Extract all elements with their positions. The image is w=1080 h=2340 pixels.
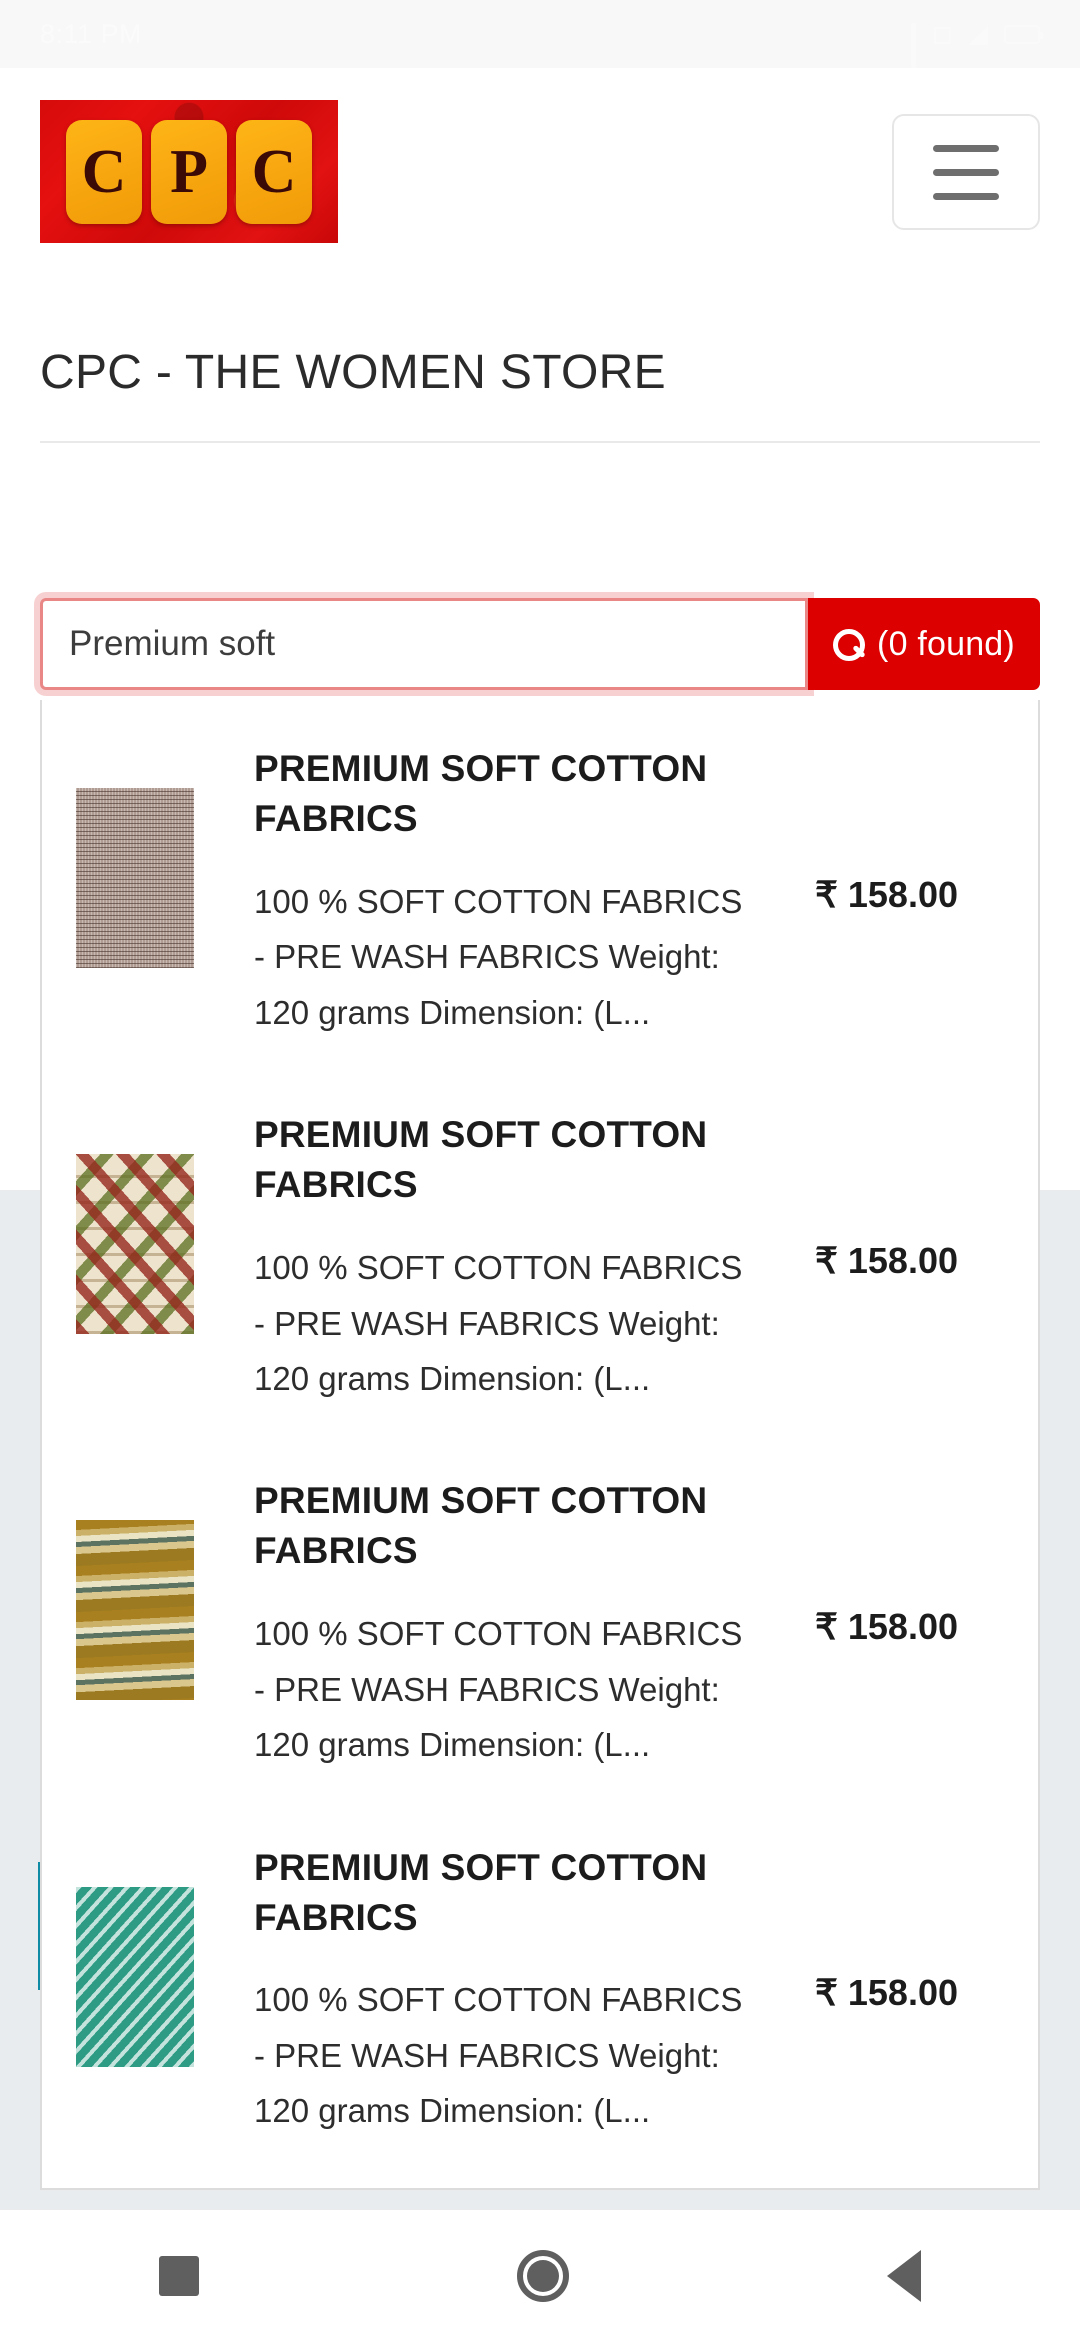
product-thumbnail <box>76 788 194 968</box>
hamburger-icon-line-1 <box>933 144 999 152</box>
product-price: ₹ 158.00 <box>814 1972 958 2014</box>
product-price: ₹ 158.00 <box>814 1240 958 1282</box>
product-thumbnail <box>76 1886 194 2067</box>
list-item-body: PREMIUM SOFT COTTON FABRICS 100 % SOFT C… <box>194 1825 1010 2139</box>
list-item[interactable]: PREMIUM SOFT COTTON FABRICS 100 % SOFT C… <box>42 1432 1038 1798</box>
product-price: ₹ 158.00 <box>814 873 958 915</box>
page-title: CPC - THE WOMEN STORE <box>40 346 666 399</box>
product-title: PREMIUM SOFT COTTON FABRICS <box>254 1480 708 1572</box>
title-divider <box>40 441 1040 443</box>
product-thumbnail <box>76 1520 194 1701</box>
battery-icon <box>1004 24 1043 44</box>
site-header: C P C <box>0 68 1080 258</box>
product-description: 100 % SOFT COTTON FABRICS - PRE WASH FAB… <box>254 1615 743 1764</box>
product-title: PREMIUM SOFT COTTON FABRICS <box>254 1846 708 1938</box>
search-button[interactable]: (0 found) <box>808 598 1040 690</box>
cpc-logo[interactable]: C P C <box>40 100 338 243</box>
status-bar: 8:11 PM ◻ ◢ <box>0 0 1080 81</box>
status-bar-icons: ◻ ◢ <box>911 19 1043 81</box>
hamburger-menu-button[interactable] <box>892 114 1040 230</box>
product-detail-row: 100 % SOFT COTTON FABRICS - PRE WASH FAB… <box>254 1240 1010 1406</box>
logo-letter-1: C <box>66 119 142 224</box>
list-item-body: PREMIUM SOFT COTTON FABRICS 100 % SOFT C… <box>194 1458 1010 1772</box>
status-bar-time: 8:11 PM <box>40 18 143 49</box>
product-description: 100 % SOFT COTTON FABRICS - PRE WASH FAB… <box>254 882 743 1031</box>
back-icon[interactable] <box>887 2250 921 2302</box>
hamburger-icon-line-3 <box>933 192 999 200</box>
phone-screen: 8:11 PM ◻ ◢ C P C CPC - THE WOMEN STORE … <box>0 0 1080 2340</box>
list-item-body: PREMIUM SOFT COTTON FABRICS 100 % SOFT C… <box>194 726 1010 1040</box>
sim-icon: ◻ <box>932 19 953 48</box>
search-results-count-label: (0 found) <box>877 624 1015 663</box>
search-input[interactable] <box>43 601 805 687</box>
product-detail-row: 100 % SOFT COTTON FABRICS - PRE WASH FAB… <box>254 874 1010 1040</box>
android-navigation-bar <box>0 2212 1080 2340</box>
recents-icon[interactable] <box>159 2256 199 2296</box>
logo-letter-3: C <box>236 119 312 224</box>
logo-letter-2: P <box>151 119 227 224</box>
wifi-icon: ◢ <box>968 19 988 48</box>
product-title: PREMIUM SOFT COTTON FABRICS <box>254 1114 708 1206</box>
list-item[interactable]: PREMIUM SOFT COTTON FABRICS 100 % SOFT C… <box>42 1799 1038 2165</box>
home-icon[interactable] <box>517 2250 569 2302</box>
search-row: (0 found) <box>40 598 1040 690</box>
list-item-body: PREMIUM SOFT COTTON FABRICS 100 % SOFT C… <box>194 1092 1010 1406</box>
product-description: 100 % SOFT COTTON FABRICS - PRE WASH FAB… <box>254 1249 743 1397</box>
product-description: 100 % SOFT COTTON FABRICS - PRE WASH FAB… <box>254 1981 743 2130</box>
signal-bars-icon <box>911 23 916 81</box>
product-thumbnail <box>76 1154 194 1335</box>
search-input-wrapper[interactable] <box>40 598 808 690</box>
product-detail-row: 100 % SOFT COTTON FABRICS - PRE WASH FAB… <box>254 1972 1010 2138</box>
product-detail-row: 100 % SOFT COTTON FABRICS - PRE WASH FAB… <box>254 1606 1010 1772</box>
search-suggestions-dropdown[interactable]: PREMIUM SOFT COTTON FABRICS 100 % SOFT C… <box>40 700 1040 2190</box>
list-item[interactable]: PREMIUM SOFT COTTON FABRICS 100 % SOFT C… <box>42 700 1038 1066</box>
product-title: PREMIUM SOFT COTTON FABRICS <box>254 748 708 839</box>
product-price: ₹ 158.00 <box>814 1606 958 1648</box>
list-item[interactable]: PREMIUM SOFT COTTON FABRICS 100 % SOFT C… <box>42 1066 1038 1432</box>
search-icon <box>833 629 866 661</box>
hamburger-icon-line-2 <box>933 168 999 176</box>
list-item[interactable]: PREMIUM SOFT COTTON FABRICS 100 % SOFT C… <box>42 2165 1038 2188</box>
